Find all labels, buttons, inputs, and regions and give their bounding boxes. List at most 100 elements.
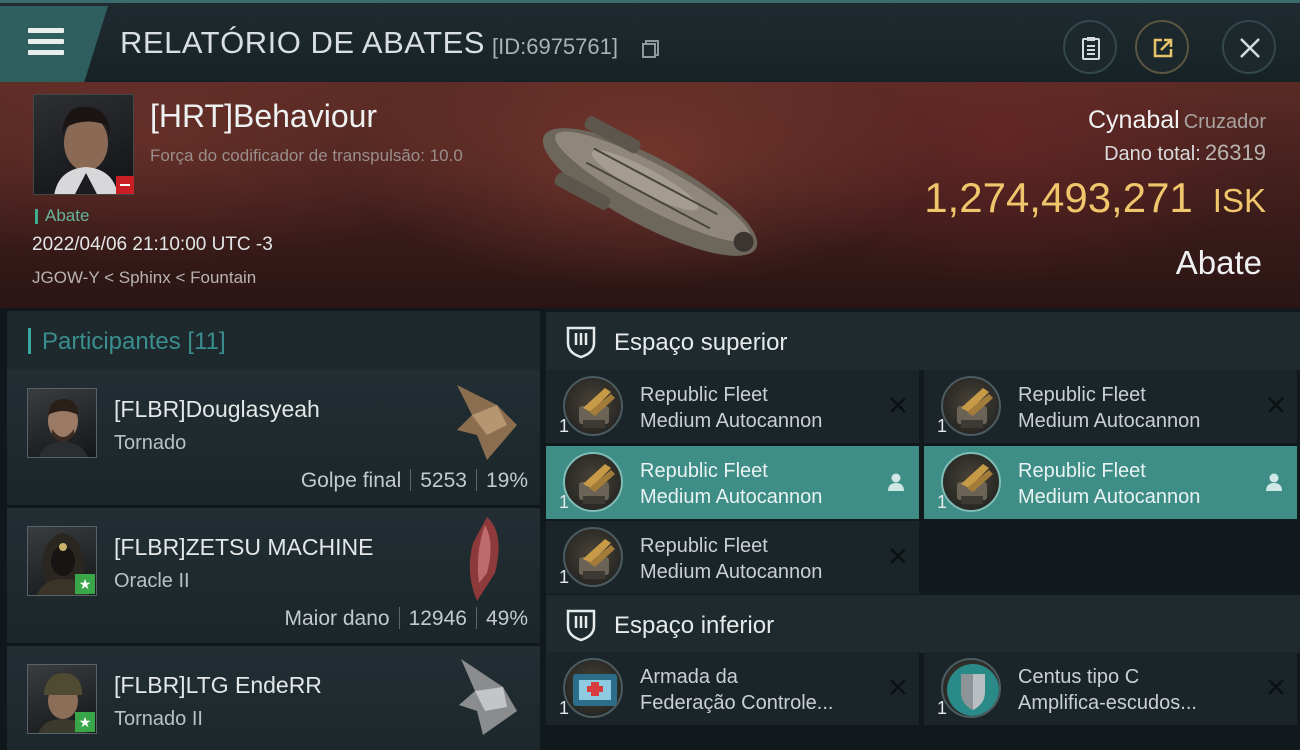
- module-icon: [941, 452, 1001, 512]
- ship-image[interactable]: [520, 92, 780, 292]
- module-item[interactable]: 1 Republic Fleet Medium Autocannon: [546, 370, 919, 443]
- isk-amount: 1,274,493,271: [924, 174, 1193, 221]
- module-name: Republic Fleet Medium Autocannon: [640, 384, 823, 432]
- victim-subtitle: Força do codificador de transpulsão: 10.…: [150, 146, 463, 165]
- top-bar: RELATÓRIO DE ABATES [ID:6975761]: [0, 0, 1300, 82]
- section-title: Espaço superior: [614, 329, 788, 356]
- remove-icon: [890, 548, 906, 564]
- stat-percent: 19%: [485, 469, 528, 492]
- star-badge: ★: [75, 574, 95, 594]
- module-name: Republic Fleet Medium Autocannon: [1018, 460, 1201, 508]
- menu-icon: [28, 28, 64, 33]
- participant-name: [FLBR]Douglasyeah: [114, 396, 320, 422]
- remove-icon: [890, 397, 906, 413]
- kill-type-label: Abate: [1175, 244, 1262, 281]
- copy-icon[interactable]: [641, 39, 661, 59]
- participant-stats: Maior dano 12946 49%: [285, 607, 528, 631]
- divider: [475, 469, 477, 491]
- damage-value: 26319: [1204, 140, 1266, 165]
- module-item[interactable]: 1 Republic Fleet Medium Autocannon: [546, 521, 919, 594]
- module-icon: [941, 376, 1001, 436]
- divider: [410, 469, 412, 491]
- module-name: Centus tipo C Amplifica-escudos...: [1018, 666, 1197, 714]
- remove-icon: [890, 679, 906, 695]
- module-quantity: 1: [559, 492, 570, 512]
- module-item[interactable]: 1 Centus tipo C Amplifica-escudos...: [924, 652, 1297, 725]
- module-quantity: 1: [559, 416, 570, 436]
- avatar: [27, 388, 97, 458]
- avatar-image: [38, 399, 88, 457]
- low-slots-header: Espaço inferior: [546, 595, 1300, 653]
- participant-name: [FLBR]LTG EndeRR: [114, 672, 322, 698]
- participant-row[interactable]: [FLBR]Douglasyeah Tornado Golpe final 525…: [7, 370, 540, 505]
- module-item[interactable]: 1 Republic Fleet Medium Autocannon: [924, 370, 1297, 443]
- module-name: Republic Fleet Medium Autocannon: [1018, 384, 1201, 432]
- ship-name[interactable]: Cynabal Cruzador: [1088, 106, 1266, 135]
- share-icon: [1153, 38, 1173, 58]
- participant-row[interactable]: ★ [FLBR]ZETSU MACHINE Oracle II Maior da…: [7, 508, 540, 643]
- participant-name: [FLBR]ZETSU MACHINE: [114, 534, 374, 560]
- close-button[interactable]: [1222, 20, 1276, 74]
- report-id: [ID:6975761]: [492, 34, 618, 59]
- status-badge: [116, 176, 134, 194]
- module-name: Republic Fleet Medium Autocannon: [640, 460, 823, 508]
- participant-ship: Tornado: [114, 432, 187, 454]
- kill-location[interactable]: JGOW-Y < Sphinx < Fountain: [32, 268, 256, 288]
- page-title: RELATÓRIO DE ABATES: [120, 25, 485, 60]
- module-name: Armada da Federação Controle...: [640, 666, 834, 714]
- remove-icon: [1268, 397, 1284, 413]
- shield-slot-icon: [566, 326, 596, 359]
- divider: [475, 607, 477, 629]
- high-slots-header: Espaço superior: [546, 312, 1300, 370]
- isk-value: 1,274,493,271 ISK: [924, 174, 1266, 222]
- module-icon: [563, 452, 623, 512]
- module-quantity: 1: [559, 698, 570, 718]
- section-title: Espaço inferior: [614, 612, 775, 639]
- victim-name[interactable]: [HRT]Behaviour: [150, 98, 377, 135]
- module-icon: [563, 376, 623, 436]
- ship-class: Cruzador: [1183, 111, 1266, 133]
- participant-ship-image: [459, 659, 517, 735]
- module-quantity: 1: [937, 698, 948, 718]
- stat-percent: 49%: [485, 607, 528, 630]
- module-quantity: 1: [937, 416, 948, 436]
- participants-panel: Participantes [11] [FLBR]Douglasyeah Tor…: [0, 308, 540, 750]
- menu-icon-bar: [28, 50, 64, 55]
- user-icon: [888, 473, 904, 491]
- stat-damage: 12946: [408, 607, 467, 630]
- module-quantity: 1: [559, 567, 570, 587]
- participant-ship: Tornado II: [114, 708, 203, 730]
- share-button[interactable]: [1135, 20, 1189, 74]
- total-damage: Dano total: 26319: [1104, 140, 1266, 166]
- module-item[interactable]: 1 Republic Fleet Medium Autocannon: [924, 446, 1297, 519]
- divider: [398, 607, 400, 629]
- module-item[interactable]: 1 Republic Fleet Medium Autocannon: [546, 446, 919, 519]
- kill-datetime: 2022/04/06 21:10:00 UTC -3: [32, 234, 273, 255]
- participant-row[interactable]: ★ [FLBR]LTG EndeRR Tornado II: [7, 646, 540, 750]
- clipboard-icon: [1082, 37, 1100, 60]
- module-item[interactable]: 1 Armada da Federação Controle...: [546, 652, 919, 725]
- module-quantity: 1: [937, 492, 948, 512]
- clipboard-button[interactable]: [1063, 20, 1117, 74]
- menu-button[interactable]: [0, 6, 108, 82]
- kill-summary: [HRT]Behaviour Força do codificador de t…: [0, 82, 1300, 308]
- shield-slot-icon: [566, 609, 596, 642]
- ship-type-name: Cynabal: [1088, 106, 1180, 134]
- participant-ship-image: [469, 517, 499, 601]
- stat-damage: 5253: [420, 469, 467, 492]
- damage-label: Dano total:: [1104, 143, 1201, 165]
- remove-icon: [1268, 679, 1284, 695]
- module-name: Republic Fleet Medium Autocannon: [640, 535, 823, 583]
- isk-unit: ISK: [1212, 182, 1266, 219]
- user-icon: [1266, 473, 1282, 491]
- stat-label: Golpe final: [300, 469, 402, 492]
- header-accent: [28, 328, 31, 354]
- module-icon: [563, 658, 623, 718]
- module-icon: [941, 658, 1001, 718]
- close-icon: [1240, 38, 1260, 58]
- participant-stats: Golpe final 5253 19%: [301, 469, 528, 493]
- participant-ship-image: [457, 385, 517, 460]
- menu-icon-bar: [28, 39, 64, 44]
- kill-tag: Abate: [35, 206, 89, 226]
- participants-header: Participantes [11]: [7, 311, 540, 371]
